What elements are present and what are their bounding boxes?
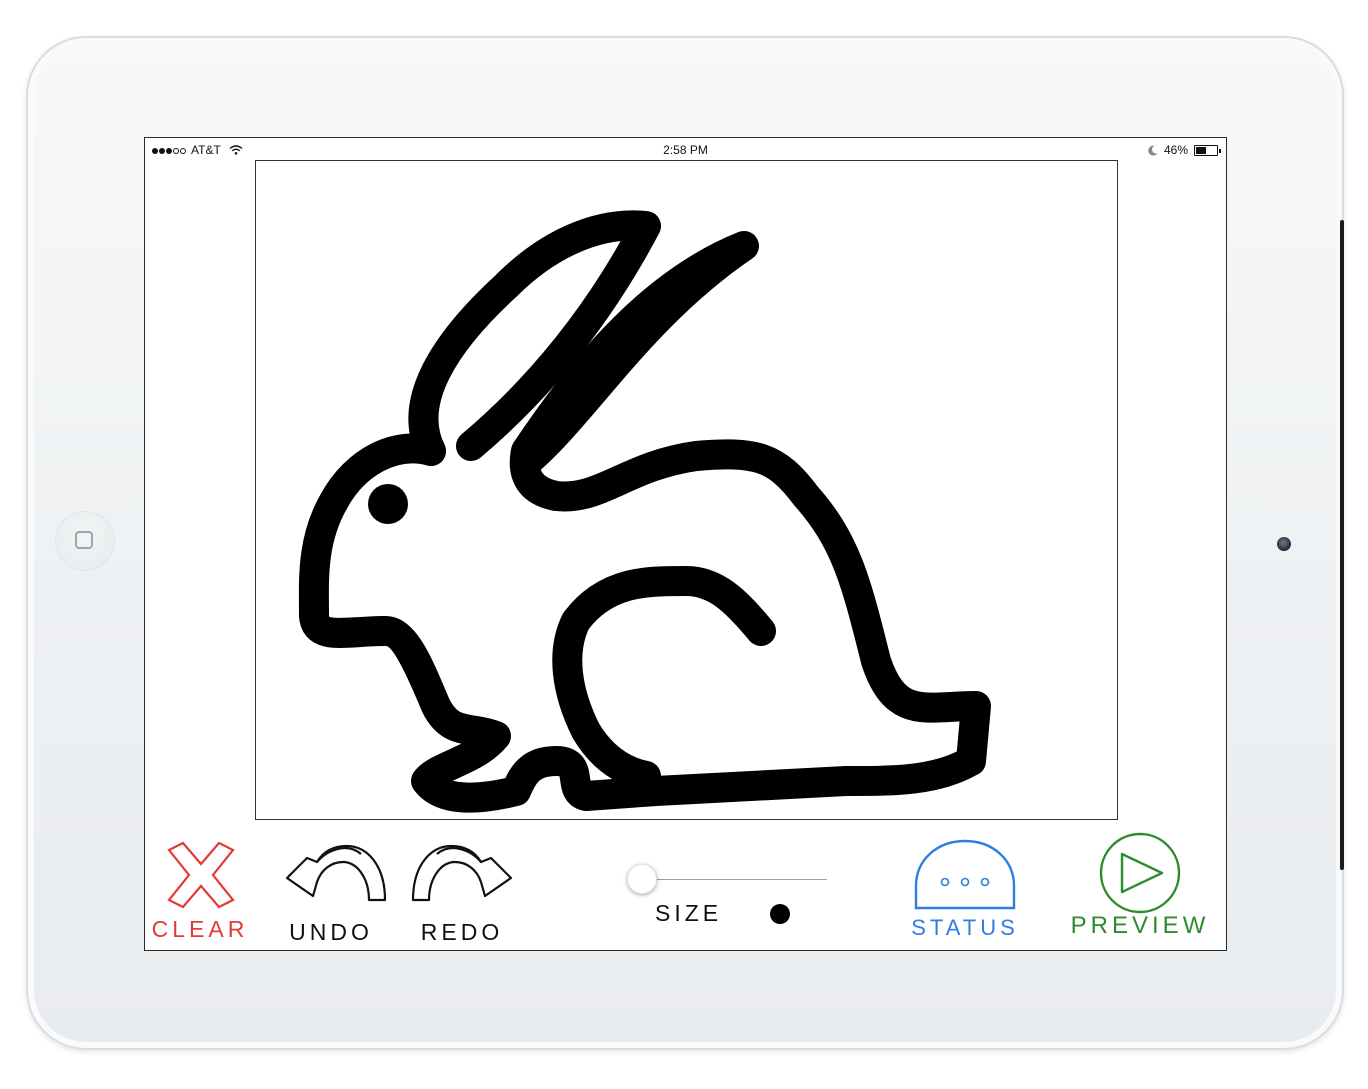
bunny-drawing <box>298 210 991 813</box>
redo-arrow-icon <box>411 844 513 902</box>
bunny-hind-leg-stroke <box>552 566 776 791</box>
camera-icon <box>1277 537 1291 551</box>
undo-label: UNDO <box>289 919 373 945</box>
status-dome-icon <box>914 839 1016 910</box>
status-label: STATUS <box>911 915 1019 940</box>
slider-track <box>641 879 827 880</box>
size-label: SIZE <box>655 900 723 926</box>
clear-button[interactable]: CLEAR <box>145 838 255 948</box>
side-button <box>1340 220 1344 870</box>
clear-label: CLEAR <box>151 916 249 942</box>
status-time: 2:58 PM <box>663 143 708 157</box>
undo-arrow-icon <box>285 844 387 902</box>
home-square-icon <box>75 531 93 549</box>
undo-button[interactable]: UNDO <box>271 838 391 948</box>
preview-button[interactable]: PREVIEW <box>1065 832 1215 948</box>
play-icon <box>1099 832 1181 914</box>
redo-label: REDO <box>420 919 504 945</box>
clear-x-icon <box>167 841 235 909</box>
status-bar: AT&T 2:58 PM 46% <box>145 138 1226 160</box>
battery-fill <box>1196 146 1206 154</box>
preview-label: PREVIEW <box>1070 912 1210 939</box>
brush-size-slider[interactable] <box>627 862 827 896</box>
status-button[interactable]: STATUS <box>905 838 1025 948</box>
moon-icon <box>1148 145 1158 156</box>
brush-size-preview-dot <box>770 904 790 924</box>
battery-group: 46% <box>1148 143 1221 157</box>
drawing-canvas[interactable] <box>255 160 1118 820</box>
home-button[interactable] <box>56 512 114 570</box>
battery-percent: 46% <box>1163 143 1188 157</box>
slider-thumb[interactable] <box>627 864 657 894</box>
redo-button[interactable]: REDO <box>407 838 517 948</box>
battery-icon <box>1194 144 1221 156</box>
battery-tip <box>1219 148 1221 153</box>
app-screen: AT&T 2:58 PM 46% CLEAR UNDO REDO SIZE ST… <box>144 137 1227 951</box>
bunny-eye <box>368 484 408 524</box>
